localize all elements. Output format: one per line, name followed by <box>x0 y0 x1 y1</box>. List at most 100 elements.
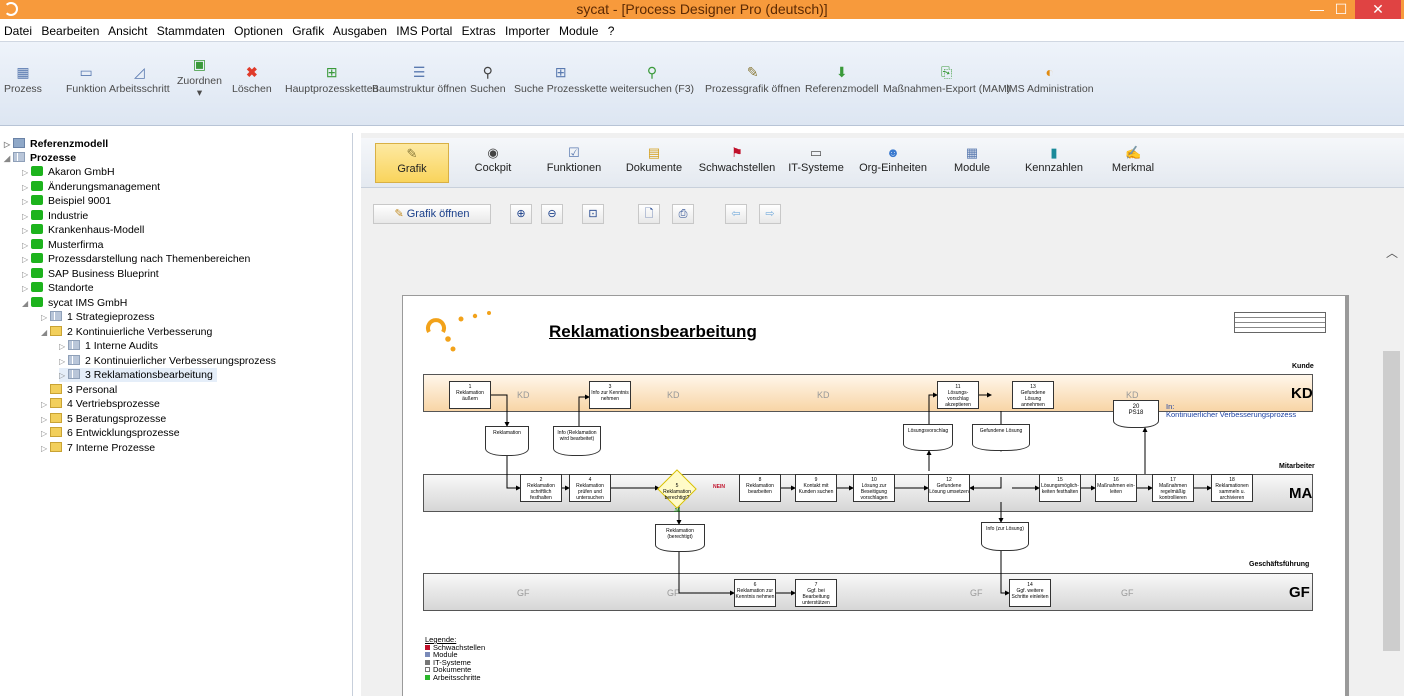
tree-item-sycat-ims[interactable]: ◢ sycat IMS GmbH <box>22 296 127 310</box>
document-info-loesung[interactable]: Info (zur Lösung) <box>981 522 1029 551</box>
tab-dokumente[interactable]: ▤ Dokumente <box>619 143 689 183</box>
tab-module[interactable]: ▦ Module <box>949 143 995 183</box>
step-13[interactable]: 13 Gefundene Lösung annehmen <box>1012 381 1054 409</box>
expand-icon[interactable]: ▷ <box>41 442 50 456</box>
expand-icon[interactable]: ▷ <box>22 268 31 282</box>
tree-item-sap-blueprint[interactable]: ▷ SAP Business Blueprint <box>22 267 159 281</box>
tree-item-interne-audits[interactable]: ▷ 1 Interne Audits <box>59 339 158 353</box>
menu-ansicht[interactable]: Ansicht <box>108 24 147 38</box>
tree-item-beispiel-9001[interactable]: ▷ Beispiel 9001 <box>22 194 111 208</box>
menu-bearbeiten[interactable]: Bearbeiten <box>41 24 99 38</box>
toolbar-massnahmen-export-button[interactable]: ⎘ Maßnahmen-Export (MAM) <box>883 64 1010 95</box>
tree-item-referenzmodell[interactable]: ▷ Referenzmodell <box>4 137 108 151</box>
minimize-button[interactable]: — <box>1304 0 1330 19</box>
step-8[interactable]: 8 Reklamation bearbeiten <box>739 474 781 502</box>
step-11[interactable]: 11 Lösungs-vorschlag akzeptieren <box>937 381 979 409</box>
step-3[interactable]: 3 Info zur Kenntnis nehmen <box>589 381 631 409</box>
zoom-in-button[interactable]: ⊕ <box>510 204 532 224</box>
toolbar-suchen-button[interactable]: ⚲ Suchen <box>470 64 506 95</box>
step-12[interactable]: 12 Gefundene Lösung umsetzen <box>928 474 970 502</box>
tree-item-aenderungsmanagement[interactable]: ▷ Änderungsmanagement <box>22 180 160 194</box>
toolbar-weitersuchen-button[interactable]: ⚲ weitersuchen (F3) <box>610 64 694 95</box>
toolbar-prozessgrafik-button[interactable]: ✎ Prozessgrafik öffnen <box>705 64 801 95</box>
expand-icon[interactable]: ▷ <box>41 311 50 325</box>
tree-item-reklamationsbearbeitung[interactable]: ▷ 3 Reklamationsbearbeitung <box>59 368 217 382</box>
expand-icon[interactable]: ▷ <box>22 166 31 180</box>
expand-icon[interactable]: ▷ <box>59 355 68 369</box>
forward-button[interactable]: ⇨ <box>759 204 781 224</box>
open-graphic-button[interactable]: ✎ Grafik öffnen <box>373 204 491 224</box>
tree-item-prozesse[interactable]: ◢ Prozesse <box>4 151 76 165</box>
collapse-icon[interactable]: ◢ <box>22 297 31 311</box>
chevron-up-icon[interactable]: ︿ <box>1386 244 1398 261</box>
tree-item-personal[interactable]: 3 Personal <box>41 383 117 397</box>
toolbar-hauptprozessketten-button[interactable]: ⊞ Hauptprozessketten <box>285 64 378 95</box>
menu-importer[interactable]: Importer <box>505 24 550 38</box>
fit-page-button[interactable]: ⊡ <box>582 204 604 224</box>
step-4[interactable]: 4 Reklamation prüfen und untersuchen <box>569 474 611 502</box>
expand-icon[interactable]: ▷ <box>4 138 13 152</box>
step-7[interactable]: 7 Ggf. bei Bearbeitung unterstützen <box>795 579 837 607</box>
expand-icon[interactable]: ▷ <box>41 398 50 412</box>
tree-item-musterfirma[interactable]: ▷ Musterfirma <box>22 238 103 252</box>
step-9[interactable]: 9 Kontakt mit Kunden suchen <box>795 474 837 502</box>
tree-item-beratungsprozesse[interactable]: ▷ 5 Beratungsprozesse <box>41 412 166 426</box>
tree-item-standorte[interactable]: ▷ Standorte <box>22 281 94 295</box>
menu-optionen[interactable]: Optionen <box>234 24 283 38</box>
expand-icon[interactable]: ▷ <box>22 224 31 238</box>
tree-item-akaron[interactable]: ▷ Akaron GmbH <box>22 165 115 179</box>
collapse-icon[interactable]: ◢ <box>4 152 13 166</box>
step-16[interactable]: 16 Maßnahmen ein-leiten <box>1095 474 1137 502</box>
toolbar-funktion-button[interactable]: ▭ Funktion <box>66 64 106 95</box>
toolbar-referenzmodell-button[interactable]: ⬇ Referenzmodell <box>805 64 879 95</box>
tab-org-einheiten[interactable]: ☻ Org-Einheiten <box>854 143 932 183</box>
tab-kennzahlen[interactable]: ▮ Kennzahlen <box>1021 143 1087 183</box>
toolbar-baumstruktur-button[interactable]: ☰ Baumstruktur öffnen <box>372 64 466 95</box>
menu-grafik[interactable]: Grafik <box>292 24 324 38</box>
tab-it-systeme[interactable]: ▭ IT-Systeme <box>783 143 849 183</box>
menu-extras[interactable]: Extras <box>462 24 496 38</box>
expand-icon[interactable]: ▷ <box>41 413 50 427</box>
back-button[interactable]: ⇦ <box>725 204 747 224</box>
toolbar-ims-administration-button[interactable]: ◐ IMS Administration <box>1006 64 1094 95</box>
expand-icon[interactable]: ▷ <box>22 239 31 253</box>
tree-item-industrie[interactable]: ▷ Industrie <box>22 209 88 223</box>
menu-ausgaben[interactable]: Ausgaben <box>333 24 387 38</box>
tree-item-kontinuierliche-verbesserung[interactable]: ◢ 2 Kontinuierliche Verbesserung <box>41 325 212 339</box>
step-17[interactable]: 17 Maßnahmen regelmäßig kontrollieren <box>1152 474 1194 502</box>
process-diagram[interactable]: Reklamationsbearbeitung Kunde KD KD KD K… <box>402 295 1349 696</box>
step-14[interactable]: 14 Ggf. weitere Schritte einleiten <box>1009 579 1051 607</box>
tree-item-prozessdarstellung[interactable]: ▷ Prozessdarstellung nach Themenbereichen <box>22 252 250 266</box>
document-reklamation[interactable]: Reklamation <box>485 426 529 456</box>
expand-icon[interactable]: ▷ <box>22 181 31 195</box>
scrollbar-thumb[interactable] <box>1383 351 1400 651</box>
step-1[interactable]: 1 Reklamation äußern <box>449 381 491 409</box>
expand-icon[interactable]: ▷ <box>22 282 31 296</box>
vertical-scrollbar[interactable]: ︿ <box>1380 236 1404 696</box>
print-button[interactable]: ⎙ <box>672 204 694 224</box>
document-reklamation-berechtigt[interactable]: Reklamation (berechtigt) <box>655 524 705 552</box>
export-pdf-button[interactable]: 🗋 <box>638 204 660 224</box>
expand-icon[interactable]: ▷ <box>59 369 68 383</box>
toolbar-prozess-button[interactable]: ▦ Prozess <box>4 64 42 95</box>
menu-help[interactable]: ? <box>608 24 615 38</box>
document-loesungsvorschlag[interactable]: Lösungsvorschlag <box>903 424 953 451</box>
tab-cockpit[interactable]: ◉ Cockpit <box>465 143 521 183</box>
menu-ims-portal[interactable]: IMS Portal <box>396 24 452 38</box>
tab-schwachstellen[interactable]: ⚑ Schwachstellen <box>697 143 777 183</box>
toolbar-arbeitsschritt-button[interactable]: ◿ Arbeitsschritt <box>109 64 170 95</box>
tree-item-interne-prozesse[interactable]: ▷ 7 Interne Prozesse <box>41 441 155 455</box>
expand-icon[interactable]: ▷ <box>22 210 31 224</box>
tree-item-krankenhaus[interactable]: ▷ Krankenhaus-Modell <box>22 223 144 237</box>
expand-icon[interactable]: ▷ <box>41 427 50 441</box>
step-18[interactable]: 18 Reklamationen sammeln u. archivieren <box>1211 474 1253 502</box>
menu-datei[interactable]: Datei <box>4 24 32 38</box>
toolbar-suche-prozesskette-button[interactable]: ⊞ Suche Prozesskette <box>514 64 607 95</box>
toolbar-zuordnen-button[interactable]: ▣ Zuordnen ▾ <box>177 56 222 99</box>
step-10[interactable]: 10 Lösung zur Beseitigung vorschlagen <box>853 474 895 502</box>
tree-item-strategieprozess[interactable]: ▷ 1 Strategieprozess <box>41 310 155 324</box>
maximize-button[interactable]: ☐ <box>1330 0 1352 19</box>
document-info-reklamation[interactable]: Info (Reklamation wird bearbeitet) <box>553 426 601 456</box>
collapse-icon[interactable]: ◢ <box>41 326 50 340</box>
tree-item-kvp[interactable]: ▷ 2 Kontinuierlicher Verbesserungsprozess <box>59 354 276 368</box>
